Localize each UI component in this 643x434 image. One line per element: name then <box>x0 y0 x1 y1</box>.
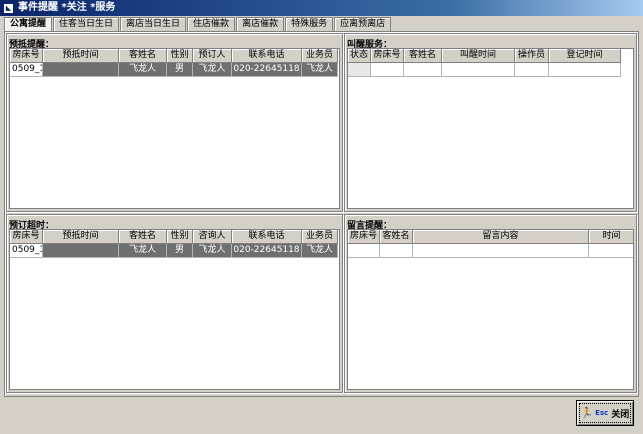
booker-cell[interactable]: 飞龙人 <box>193 63 232 77</box>
column-header[interactable]: 客姓名 <box>404 49 442 63</box>
reservation-overdue-grid[interactable]: 房床号 预抵时间 客姓名 性别 咨询人 联系电话 业务员 0509_1 飞龙人 … <box>9 229 340 390</box>
column-header[interactable]: 业务员 <box>302 49 338 63</box>
empty-cell[interactable] <box>380 244 413 258</box>
table-row[interactable] <box>348 244 633 258</box>
grid-header: 房床号 预抵时间 客姓名 性别 预订人 联系电话 业务员 <box>10 49 338 63</box>
column-header[interactable]: 叫醒时间 <box>442 49 515 63</box>
column-header[interactable]: 操作员 <box>515 49 549 63</box>
table-row[interactable]: 0509_1 飞龙人 男 飞龙人 020-22645118 飞龙人 <box>10 244 338 258</box>
column-header[interactable]: 客姓名 <box>119 230 167 244</box>
tab-in-house-payment[interactable]: 住店催款 <box>187 17 236 31</box>
table-row[interactable]: 0509_1 飞龙人 男 飞龙人 020-22645118 飞龙人 <box>10 63 338 77</box>
gender-cell[interactable]: 男 <box>167 244 193 258</box>
content-area: 预抵提醒： 房床号 预抵时间 客姓名 性别 预订人 联系电话 业务员 0509_… <box>4 31 639 397</box>
tab-departure-birthday-today[interactable]: 离店当日生日 <box>120 17 187 31</box>
column-header[interactable]: 联系电话 <box>232 230 302 244</box>
column-header[interactable]: 时间 <box>589 230 633 244</box>
close-button-label: 关闭 <box>611 409 630 420</box>
running-figure-icon: 🏃 <box>580 407 594 419</box>
column-header[interactable]: 房床号 <box>371 49 404 63</box>
phone-cell[interactable]: 020-22645118 <box>232 244 302 258</box>
grid-header: 房床号 预抵时间 客姓名 性别 咨询人 联系电话 业务员 <box>10 230 338 244</box>
close-button[interactable]: 🏃 Esc 关闭 <box>576 400 634 426</box>
esc-key-hint: Esc <box>595 409 609 417</box>
column-header[interactable]: 房床号 <box>348 230 380 244</box>
empty-cell[interactable] <box>348 244 380 258</box>
tab-strip: 公寓提醒 住客当日生日 离店当日生日 住店催款 离店催款 特殊服务 应离预离店 <box>4 17 392 31</box>
tab-departure-payment[interactable]: 离店催款 <box>236 17 285 31</box>
column-header[interactable]: 状态 <box>348 49 371 63</box>
empty-cell[interactable] <box>371 63 404 77</box>
grid-header: 房床号 客姓名 留言内容 时间 <box>348 230 633 244</box>
window-title: 事件提醒 *关注 *服务 <box>18 2 116 13</box>
message-reminder-panel: 留言提醒： 房床号 客姓名 留言内容 时间 <box>344 214 637 393</box>
guest-name-cell[interactable]: 飞龙人 <box>119 244 167 258</box>
message-reminder-grid[interactable]: 房床号 客姓名 留言内容 时间 <box>347 229 634 390</box>
column-header[interactable]: 预订人 <box>193 49 232 63</box>
guest-name-cell[interactable]: 飞龙人 <box>119 63 167 77</box>
room-bed-cell[interactable]: 0509_1 <box>10 244 43 258</box>
salesperson-cell[interactable]: 飞龙人 <box>302 244 338 258</box>
title-bar: ◣ 事件提醒 *关注 *服务 <box>0 0 643 16</box>
empty-cell[interactable] <box>442 63 515 77</box>
column-header[interactable]: 业务员 <box>302 230 338 244</box>
phone-cell[interactable]: 020-22645118 <box>232 63 302 77</box>
inquirer-cell[interactable]: 飞龙人 <box>193 244 232 258</box>
salesperson-cell[interactable]: 飞龙人 <box>302 63 338 77</box>
reservation-reminder-panel: 预抵提醒： 房床号 预抵时间 客姓名 性别 预订人 联系电话 业务员 0509_… <box>6 33 343 212</box>
column-header[interactable]: 性别 <box>167 230 193 244</box>
tab-special-service[interactable]: 特殊服务 <box>285 17 334 31</box>
empty-cell[interactable] <box>589 244 633 258</box>
column-header[interactable]: 房床号 <box>10 230 43 244</box>
column-header[interactable]: 预抵时间 <box>43 49 119 63</box>
arrival-time-cell[interactable] <box>43 244 119 258</box>
column-header[interactable]: 客姓名 <box>119 49 167 63</box>
empty-cell[interactable] <box>549 63 621 77</box>
footer-bar: 🏃 Esc 关闭 <box>4 397 637 429</box>
empty-cell[interactable] <box>515 63 549 77</box>
table-row[interactable] <box>348 63 621 77</box>
wakeup-service-panel: 叫醒服务： 状态 房床号 客姓名 叫醒时间 操作员 登记时间 <box>344 33 637 212</box>
tab-apartment-reminder[interactable]: 公寓提醒 <box>4 17 53 31</box>
tab-guest-birthday-today[interactable]: 住客当日生日 <box>53 17 120 31</box>
room-bed-cell[interactable]: 0509_1 <box>10 63 43 77</box>
empty-cell[interactable] <box>413 244 589 258</box>
column-header[interactable]: 性别 <box>167 49 193 63</box>
column-header[interactable]: 客姓名 <box>380 230 413 244</box>
column-header[interactable]: 房床号 <box>10 49 43 63</box>
arrival-time-cell[interactable] <box>43 63 119 77</box>
column-header[interactable]: 预抵时间 <box>43 230 119 244</box>
empty-cell[interactable] <box>404 63 442 77</box>
column-header[interactable]: 留言内容 <box>413 230 589 244</box>
column-header[interactable]: 联系电话 <box>232 49 302 63</box>
grid-header: 状态 房床号 客姓名 叫醒时间 操作员 登记时间 <box>348 49 621 63</box>
tab-expected-departure[interactable]: 应离预离店 <box>334 17 392 31</box>
gender-cell[interactable]: 男 <box>167 63 193 77</box>
column-header[interactable]: 登记时间 <box>549 49 621 63</box>
column-header[interactable]: 咨询人 <box>193 230 232 244</box>
app-icon: ◣ <box>4 3 13 13</box>
empty-cell[interactable] <box>348 63 371 77</box>
wakeup-service-grid[interactable]: 状态 房床号 客姓名 叫醒时间 操作员 登记时间 <box>347 48 634 209</box>
reservation-overdue-panel: 预订超时： 房床号 预抵时间 客姓名 性别 咨询人 联系电话 业务员 0509_… <box>6 214 343 393</box>
reservation-reminder-grid[interactable]: 房床号 预抵时间 客姓名 性别 预订人 联系电话 业务员 0509_1 飞龙人 … <box>9 48 340 209</box>
